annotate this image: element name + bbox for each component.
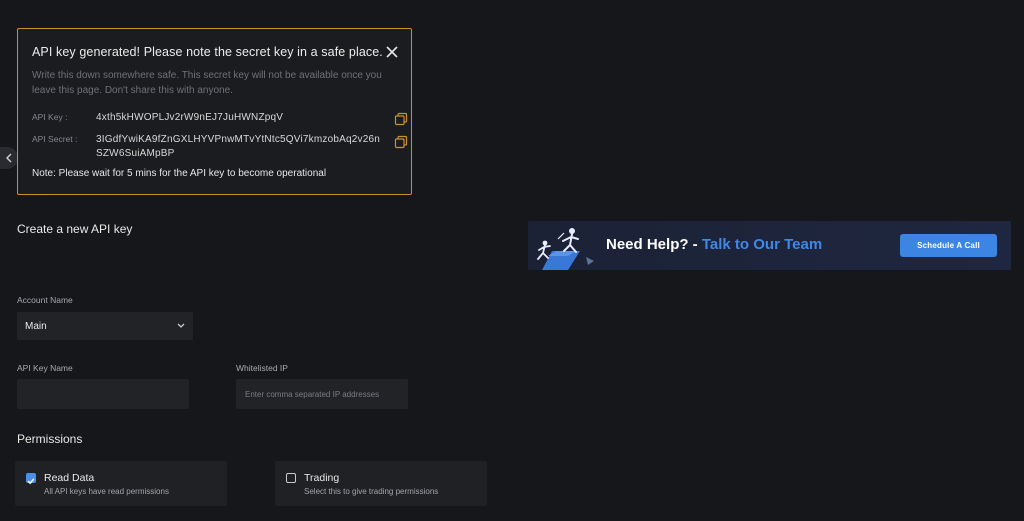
help-accent-text: Talk to Our Team (701, 236, 823, 253)
api-key-label: API Key : (32, 112, 68, 122)
api-key-name-input[interactable] (17, 379, 189, 409)
api-key-row: API Key : 4xth5kHWOPLJv2rW9nEJ7JuHWNZpqV (32, 111, 408, 126)
notice-title: API key generated! Please note the secre… (32, 45, 383, 59)
permission-name: Trading (304, 472, 340, 484)
permission-description: All API keys have read permissions (44, 487, 169, 496)
checkmark-icon (27, 478, 35, 485)
account-name-value: Main (25, 320, 47, 332)
whitelisted-ip-input[interactable] (236, 379, 408, 409)
account-name-select[interactable]: Main (17, 312, 193, 340)
api-key-name-label: API Key Name (17, 363, 73, 373)
copy-icon[interactable] (394, 112, 408, 126)
api-secret-value: 3IGdfYwiKA9fZnGXLHYVPnwMTvYtNtc5QVi7kmzo… (96, 134, 380, 159)
help-lead-text: Need Help? - (606, 236, 698, 253)
help-text: Need Help? - Talk to Our Team (606, 236, 822, 253)
permission-trading[interactable]: Trading Select this to give trading perm… (275, 461, 487, 506)
trading-checkbox[interactable] (286, 473, 296, 483)
api-key-generated-notice: API key generated! Please note the secre… (17, 28, 412, 195)
copy-icon[interactable] (394, 135, 408, 149)
account-name-label: Account Name (17, 295, 73, 305)
notice-note: Note: Please wait for 5 mins for the API… (32, 168, 327, 179)
api-secret-row: API Secret : 3IGdfYwiKA9fZnGXLHYVPnwMTvY… (32, 133, 408, 161)
support-illustration-icon (537, 228, 594, 270)
chevron-left-icon (5, 153, 12, 163)
create-api-key-title: Create a new API key (17, 222, 133, 236)
schedule-call-button[interactable]: Schedule A Call (900, 234, 997, 257)
api-secret-label: API Secret : (32, 134, 78, 144)
read-data-checkbox[interactable] (26, 473, 36, 485)
notice-description: Write this down somewhere safe. This sec… (32, 70, 382, 96)
whitelisted-ip-label: Whitelisted IP (236, 363, 288, 373)
permission-description: Select this to give trading permissions (304, 487, 439, 496)
permission-read-data[interactable]: Read Data All API keys have read permiss… (15, 461, 227, 506)
chevron-down-icon (177, 323, 185, 328)
permissions-title: Permissions (17, 432, 83, 446)
api-key-value: 4xth5kHWOPLJv2rW9nEJ7JuHWNZpqV (96, 112, 284, 123)
sidebar-collapse-handle[interactable] (0, 147, 18, 169)
permission-name: Read Data (44, 472, 95, 484)
close-icon[interactable] (385, 45, 399, 59)
help-banner: Need Help? - Talk to Our Team Schedule A… (528, 221, 1011, 270)
